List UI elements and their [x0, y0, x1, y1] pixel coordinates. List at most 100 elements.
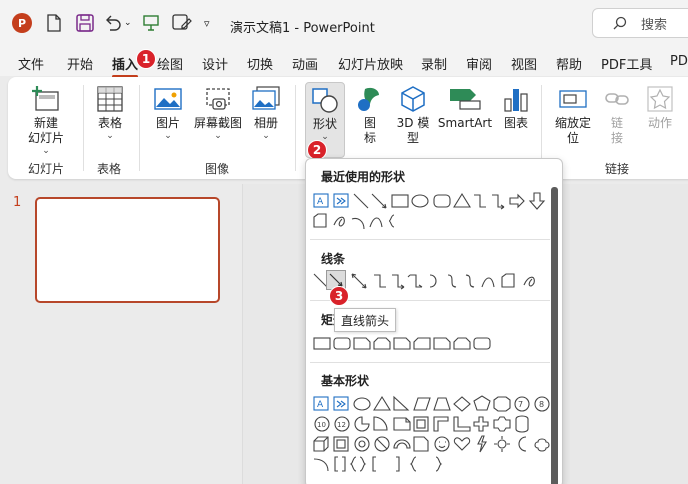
table-icon — [97, 86, 123, 112]
lines-row[interactable] — [312, 271, 552, 291]
table-button[interactable]: 表格 ⌄ — [90, 85, 130, 141]
document-title: 演示文稿1 - PowerPoint — [230, 20, 375, 36]
basic-shapes-row-2[interactable]: 10 12 — [312, 414, 552, 434]
start-presentation-icon[interactable] — [142, 11, 160, 35]
undo-icon[interactable] — [104, 11, 122, 35]
lines-heading: 线条 — [321, 252, 346, 266]
recent-shapes-icons-2[interactable] — [312, 211, 432, 231]
group-label-images: 图像 — [205, 162, 230, 176]
new-slide-label-2: 幻灯片 — [27, 131, 64, 145]
group-label-tables: 表格 — [97, 162, 122, 176]
link-label-1: 链 — [610, 116, 623, 130]
smartart-label: SmartArt — [437, 116, 493, 130]
screenshot-icon — [206, 88, 230, 110]
svg-text:A: A — [317, 197, 324, 207]
chevron-down-icon: ⌄ — [106, 131, 114, 141]
tab-record[interactable]: 录制 — [421, 54, 447, 73]
3d-cube-icon — [401, 86, 425, 112]
tab-review[interactable]: 审阅 — [466, 54, 492, 73]
smartart-button[interactable]: SmartArt — [436, 85, 494, 131]
shapes-icon — [312, 88, 338, 113]
action-label: 动作 — [647, 116, 672, 130]
new-file-icon[interactable] — [46, 11, 62, 35]
3d-model-button[interactable]: 3D 模 型 — [392, 85, 434, 146]
basic-shapes-icons-4[interactable] — [312, 454, 452, 474]
rectangles-row[interactable] — [312, 334, 552, 354]
basic-shapes-icons-3[interactable] — [312, 434, 552, 454]
search-icon — [613, 16, 627, 30]
link-button[interactable]: 链 接 — [602, 85, 632, 146]
zoom-button[interactable]: 缩放定 位 — [550, 85, 596, 146]
tab-pdf-tools[interactable]: PDF工具 — [601, 54, 652, 73]
tab-animations[interactable]: 动画 — [292, 54, 318, 73]
undo-dropdown-chevron-icon[interactable]: ⌄ — [124, 11, 132, 35]
chart-button[interactable]: 图表 — [498, 85, 534, 131]
action-button[interactable]: 动作 — [640, 85, 680, 131]
chart-icon — [504, 89, 528, 112]
customize-toolbar-icon[interactable]: ▿ — [204, 11, 210, 35]
zoom-label-2: 位 — [566, 131, 579, 145]
photo-album-icon — [252, 86, 280, 110]
tab-pdf[interactable]: PDF — [670, 54, 688, 69]
tab-design[interactable]: 设计 — [202, 54, 228, 73]
icons-button[interactable]: 图 标 — [354, 85, 386, 146]
group-label-links: 链接 — [605, 162, 630, 176]
picture-label: 图片 — [155, 116, 180, 130]
zoom-icon — [559, 90, 587, 108]
search-label: 搜索 — [641, 17, 668, 33]
tab-home[interactable]: 开始 — [67, 54, 93, 73]
basic-shapes-icons-1[interactable]: A 7 8 — [312, 394, 552, 414]
tab-insert[interactable]: 插入 — [112, 54, 139, 78]
ribbon-divider — [295, 85, 296, 171]
recent-shapes-heading: 最近使用的形状 — [321, 170, 406, 184]
new-slide-icon — [32, 86, 59, 111]
tab-file[interactable]: 文件 — [18, 54, 44, 73]
new-slide-button[interactable]: 新建 幻灯片 ⌄ — [18, 85, 74, 156]
icons-label-1: 图 — [363, 116, 376, 130]
basic-shapes-row-3[interactable] — [312, 434, 552, 454]
photo-album-label: 相册 — [253, 116, 278, 130]
ribbon-tabs: 文件 开始 插入 绘图 设计 切换 动画 幻灯片放映 录制 审阅 视图 帮助 P… — [0, 46, 688, 78]
svg-text:A: A — [317, 400, 324, 410]
basic-shapes-row-4[interactable] — [312, 454, 552, 474]
icons-icon — [358, 87, 379, 111]
menu-divider — [310, 239, 550, 240]
svg-text:8: 8 — [539, 400, 544, 409]
svg-text:10: 10 — [317, 421, 326, 429]
save-as-icon[interactable] — [172, 11, 192, 35]
new-slide-label-1: 新建 — [33, 116, 58, 130]
rectangle-shapes-icons[interactable] — [312, 334, 512, 354]
ribbon-divider — [139, 85, 140, 171]
tab-view[interactable]: 视图 — [511, 54, 537, 73]
slide-thumbnail[interactable] — [35, 197, 220, 303]
photo-album-button[interactable]: 相册 ⌄ — [248, 85, 284, 141]
screenshot-button[interactable]: 屏幕截图 ⌄ — [191, 85, 245, 141]
zoom-label-1: 缩放定 — [554, 116, 591, 130]
line-shapes-icons[interactable] — [312, 271, 552, 291]
icons-label-2: 标 — [363, 131, 376, 145]
recent-shapes-row-2[interactable] — [312, 211, 552, 231]
recent-shapes-icons[interactable]: A — [312, 191, 552, 211]
tab-help[interactable]: 帮助 — [556, 54, 582, 73]
tooltip: 直线箭头 — [334, 308, 397, 332]
powerpoint-logo-icon: P — [12, 13, 32, 33]
save-icon[interactable] — [76, 11, 94, 35]
recent-shapes-row[interactable]: A — [312, 191, 552, 211]
picture-button[interactable]: 图片 ⌄ — [148, 85, 188, 141]
dropdown-scrollbar[interactable] — [551, 187, 558, 484]
chevron-down-icon: ⌄ — [262, 131, 270, 141]
basic-shapes-heading: 基本形状 — [321, 374, 370, 388]
basic-shapes-icons-2[interactable]: 10 12 — [312, 414, 552, 434]
svg-text:12: 12 — [337, 421, 346, 429]
chevron-down-icon: ⌄ — [42, 146, 50, 156]
chevron-down-icon: ⌄ — [164, 131, 172, 141]
3d-model-label-1: 3D 模 — [396, 116, 430, 130]
tab-slideshow[interactable]: 幻灯片放映 — [338, 54, 403, 73]
tab-transitions[interactable]: 切换 — [247, 54, 273, 73]
search-input[interactable]: 搜索 — [592, 8, 688, 38]
star-action-icon — [647, 86, 673, 112]
picture-icon — [154, 88, 182, 110]
screenshot-label: 屏幕截图 — [193, 116, 242, 130]
tab-draw[interactable]: 绘图 — [157, 54, 183, 73]
basic-shapes-row-1[interactable]: A 7 8 — [312, 394, 552, 414]
